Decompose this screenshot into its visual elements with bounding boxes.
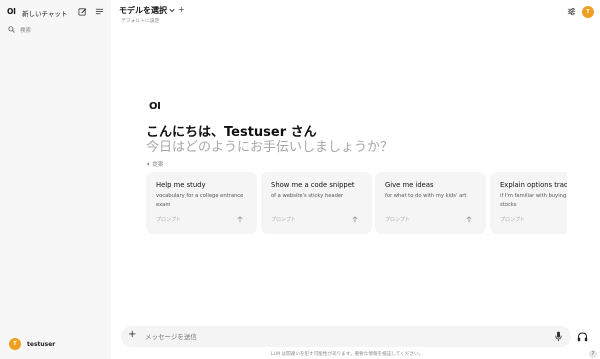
headphones-icon[interactable] xyxy=(577,332,588,342)
suggestion-desc: vocabulary for a college entrance exam xyxy=(156,193,244,208)
suggested-text: 提案 xyxy=(152,162,164,168)
avatar: T xyxy=(9,338,21,350)
add-model-button[interactable]: + xyxy=(178,5,185,14)
arrow-up-icon xyxy=(466,216,472,223)
sparkle-icon: ✦ xyxy=(146,162,151,168)
model-selector[interactable]: モデルを選択 xyxy=(119,5,167,16)
user-menu[interactable]: T testuser xyxy=(9,338,104,352)
suggestion-desc: for what to do with my kids' art xyxy=(385,193,467,199)
sidebar-header: OI 新しいチャット xyxy=(0,0,111,24)
help-button[interactable]: ? xyxy=(589,350,597,358)
suggestion-card[interactable]: Explain options trading if I'm familiar … xyxy=(490,172,567,234)
suggestion-type: プロンプト xyxy=(271,217,296,223)
sidebar-search[interactable]: 検索 xyxy=(7,24,107,35)
suggestion-desc: if I'm familiar with buying and selling … xyxy=(500,193,567,208)
app-logo[interactable]: OI xyxy=(7,7,16,16)
arrow-up-icon xyxy=(352,216,358,223)
suggestion-title: Show me a code snippet xyxy=(271,181,355,189)
edit-icon[interactable] xyxy=(78,7,87,16)
suggestion-card[interactable]: Help me study vocabulary for a college e… xyxy=(146,172,257,234)
attach-button[interactable]: + xyxy=(128,329,136,340)
search-label: 検索 xyxy=(20,28,32,34)
chevron-down-icon[interactable] xyxy=(169,8,175,13)
suggested-label: ✦ 提案 xyxy=(146,160,163,168)
message-composer: + xyxy=(121,326,571,347)
suggestion-type: プロンプト xyxy=(500,217,525,223)
username: testuser xyxy=(27,341,56,348)
welcome-logo: OI xyxy=(149,101,161,112)
suggestion-type: プロンプト xyxy=(156,217,181,223)
suggestion-title: Help me study xyxy=(156,181,206,189)
arrow-up-icon xyxy=(237,216,243,223)
sidebar: OI 新しいチャット 検索 T testuser xyxy=(0,0,111,359)
set-default-link[interactable]: デフォルトに設定 xyxy=(121,17,159,24)
suggestion-card[interactable]: Give me ideas for what to do with my kid… xyxy=(375,172,486,234)
search-icon xyxy=(8,26,15,33)
menu-icon[interactable] xyxy=(95,7,104,16)
suggestion-title: Explain options trading xyxy=(500,181,567,189)
message-input[interactable] xyxy=(145,331,525,342)
header-avatar[interactable]: T xyxy=(582,6,594,18)
suggestion-desc: of a website's sticky header xyxy=(271,193,344,199)
suggestion-type: プロンプト xyxy=(385,217,410,223)
sliders-icon[interactable] xyxy=(567,7,576,16)
new-chat-button[interactable]: 新しいチャット xyxy=(22,8,67,18)
suggestion-cards: Help me study vocabulary for a college e… xyxy=(146,172,567,234)
greeting-subtitle: 今日はどのようにお手伝いしましょうか？ xyxy=(146,140,394,155)
suggestion-card[interactable]: Show me a code snippet of a website's st… xyxy=(261,172,372,234)
disclaimer-text: LLM は間違いを犯す可能性があります。重要な情報を検証してください。 xyxy=(271,352,424,357)
suggestion-title: Give me ideas xyxy=(385,181,434,189)
microphone-icon[interactable] xyxy=(555,331,562,342)
